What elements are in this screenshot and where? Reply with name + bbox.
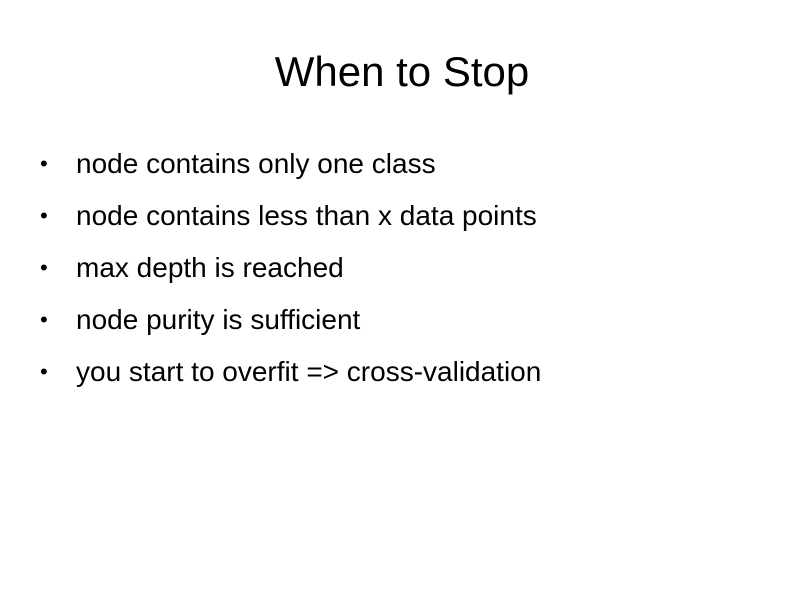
bullet-text: you start to overfit => cross-validation [76,356,542,387]
bullet-text: node contains less than x data points [76,200,537,231]
bullet-item-4: • node purity is sufficient [40,296,780,348]
bullet-item-3: • max depth is reached [40,244,780,296]
bullet-text: node contains only one class [76,148,436,179]
slide-title: When to Stop [274,48,530,95]
bullet-item-5: • you start to overfit => cross-validati… [40,348,780,400]
bullet-item-2: • node contains less than x data points [40,192,780,244]
bullet-dot-icon: • [40,359,48,384]
bullet-list: • node contains only one class • node co… [40,140,780,400]
bullet-dot-icon: • [40,203,48,228]
bullet-text: node purity is sufficient [76,304,361,335]
bullet-dot-icon: • [40,151,48,176]
bullet-dot-icon: • [40,307,48,332]
slide: When to Stop • node contains only one cl… [0,0,804,601]
bullet-text: max depth is reached [76,252,344,283]
bullet-dot-icon: • [40,255,48,280]
bullet-item-1: • node contains only one class [40,140,780,192]
